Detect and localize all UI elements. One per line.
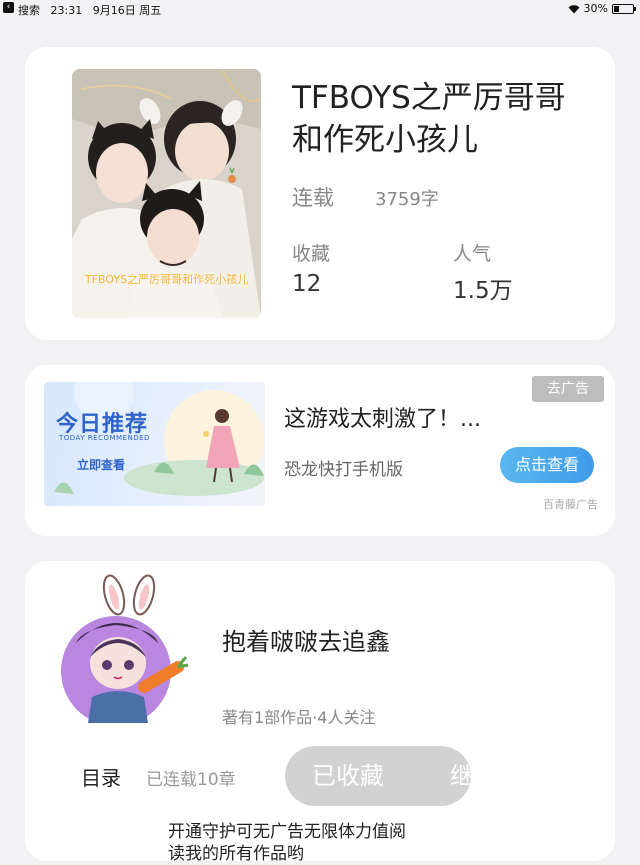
battery-icon	[612, 3, 636, 14]
favorites-value: 12	[292, 271, 322, 297]
remove-ad-button[interactable]: 去广告	[532, 376, 604, 402]
ad-card[interactable]: 今日推荐 TODAY RECOMMENDED 立即查看 去广告 这游戏太刺激了！…	[25, 365, 615, 536]
author-meta: 著有1部作品·4人关注	[222, 708, 376, 727]
bunny-avatar-icon	[61, 574, 189, 726]
wifi-icon	[568, 4, 580, 14]
author-avatar[interactable]	[58, 573, 198, 726]
ad-view-button[interactable]: 点击查看	[500, 447, 594, 483]
book-status: 连载	[292, 186, 334, 210]
collected-label: 已收藏	[312, 762, 384, 790]
ad-image-subtitle: TODAY RECOMMENDED	[59, 434, 150, 442]
back-arrow-icon[interactable]: ‹	[3, 2, 14, 13]
ad-source: 百青藤广告	[543, 498, 598, 511]
status-left: 搜索 23:31 9月16日 周五	[18, 2, 161, 18]
book-info-card: TFBOYS之严厉哥哥和作死小孩儿 TFBOYS之严厉哥哥和作死小孩儿 连载 3…	[25, 47, 615, 340]
status-bar: ‹ 搜索 23:31 9月16日 周五 30%	[0, 0, 640, 18]
book-title: TFBOYS之严厉哥哥和作死小孩儿	[292, 80, 566, 158]
status-right: 30%	[568, 2, 636, 15]
collected-button[interactable]: 已收藏 继	[285, 746, 471, 806]
book-word-count: 3759字	[375, 189, 439, 210]
battery-fill	[614, 5, 620, 12]
serial-chapters[interactable]: 已连载10章	[146, 765, 236, 790]
battery-percent: 30%	[583, 2, 608, 15]
ad-image-button[interactable]: 立即查看	[77, 456, 125, 473]
ad-description: 恐龙快打手机版	[284, 460, 403, 480]
toc-button[interactable]: 目录	[81, 762, 121, 791]
author-name[interactable]: 抱着啵啵去追鑫	[222, 622, 390, 657]
guard-promo-text: 开通守护可无广告无限体力值阅读我的所有作品哟	[168, 822, 406, 864]
popularity-value: 1.5万	[453, 278, 513, 304]
ad-headline[interactable]: 这游戏太刺激了！...	[284, 401, 481, 433]
favorites-label: 收藏	[292, 243, 331, 265]
status-date: 9月16日 周五	[92, 4, 162, 17]
book-cover[interactable]: TFBOYS之严厉哥哥和作死小孩儿	[72, 69, 261, 318]
cover-caption: TFBOYS之严厉哥哥和作死小孩儿	[84, 273, 249, 286]
back-to-search-link[interactable]: 搜索	[18, 4, 40, 17]
continue-reading-label[interactable]: 继	[450, 746, 471, 806]
author-card: 抱着啵啵去追鑫 著有1部作品·4人关注 目录 已连载10章 已收藏 继 开通守护…	[25, 561, 615, 864]
popularity-label: 人气	[453, 243, 492, 265]
ad-image[interactable]: 今日推荐 TODAY RECOMMENDED 立即查看	[44, 382, 265, 506]
ad-illustration	[54, 382, 264, 496]
status-time: 23:31	[50, 4, 83, 17]
